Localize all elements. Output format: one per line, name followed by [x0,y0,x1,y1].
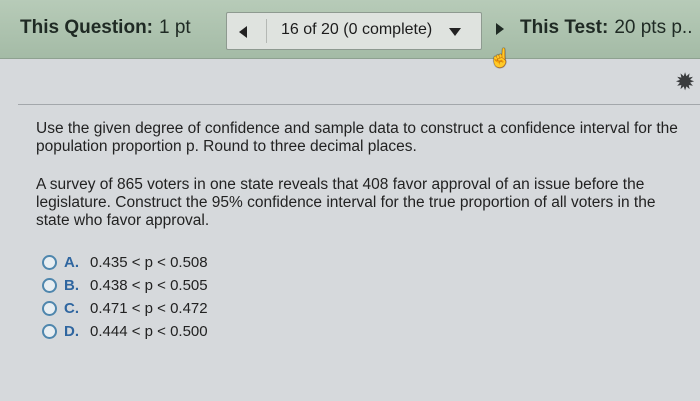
question-navigator: 16 of 20 (0 complete) [226,12,482,50]
option-letter: C. [64,300,79,317]
option-letter: B. [64,277,79,294]
option-text: 0.435 < p < 0.508 [90,254,208,271]
question-list-dropdown-icon[interactable] [449,28,461,36]
test-points-label: This Test: 20 pts p.. [520,17,693,39]
nav-divider [266,19,267,43]
radio-button[interactable] [42,324,57,339]
content-divider [18,104,700,105]
option-text: 0.438 < p < 0.505 [90,277,208,294]
question-instructions: Use the given degree of confidence and s… [36,120,678,155]
radio-button[interactable] [42,278,57,293]
hand-pointer-icon: ☝ [489,48,512,68]
option-letter: D. [64,323,79,340]
gear-icon[interactable]: ✹ [675,68,695,97]
top-toolbar: This Question: 1 pt 16 of 20 (0 complete)… [0,0,700,59]
option-letter: A. [64,254,79,271]
question-label: This Question: [20,17,153,38]
question-progress[interactable]: 16 of 20 (0 complete) [281,21,432,39]
test-points: 20 pts p.. [614,17,693,38]
previous-question-icon[interactable] [239,26,247,38]
question-points: 1 pt [159,17,191,38]
radio-button[interactable] [42,301,57,316]
next-question-icon[interactable] [496,23,504,35]
test-label: This Test: [520,17,609,38]
radio-button[interactable] [42,255,57,270]
question-problem: A survey of 865 voters in one state reve… [36,176,656,229]
option-text: 0.471 < p < 0.472 [90,300,208,317]
option-text: 0.444 < p < 0.500 [90,323,208,340]
question-points-label: This Question: 1 pt [20,17,191,39]
